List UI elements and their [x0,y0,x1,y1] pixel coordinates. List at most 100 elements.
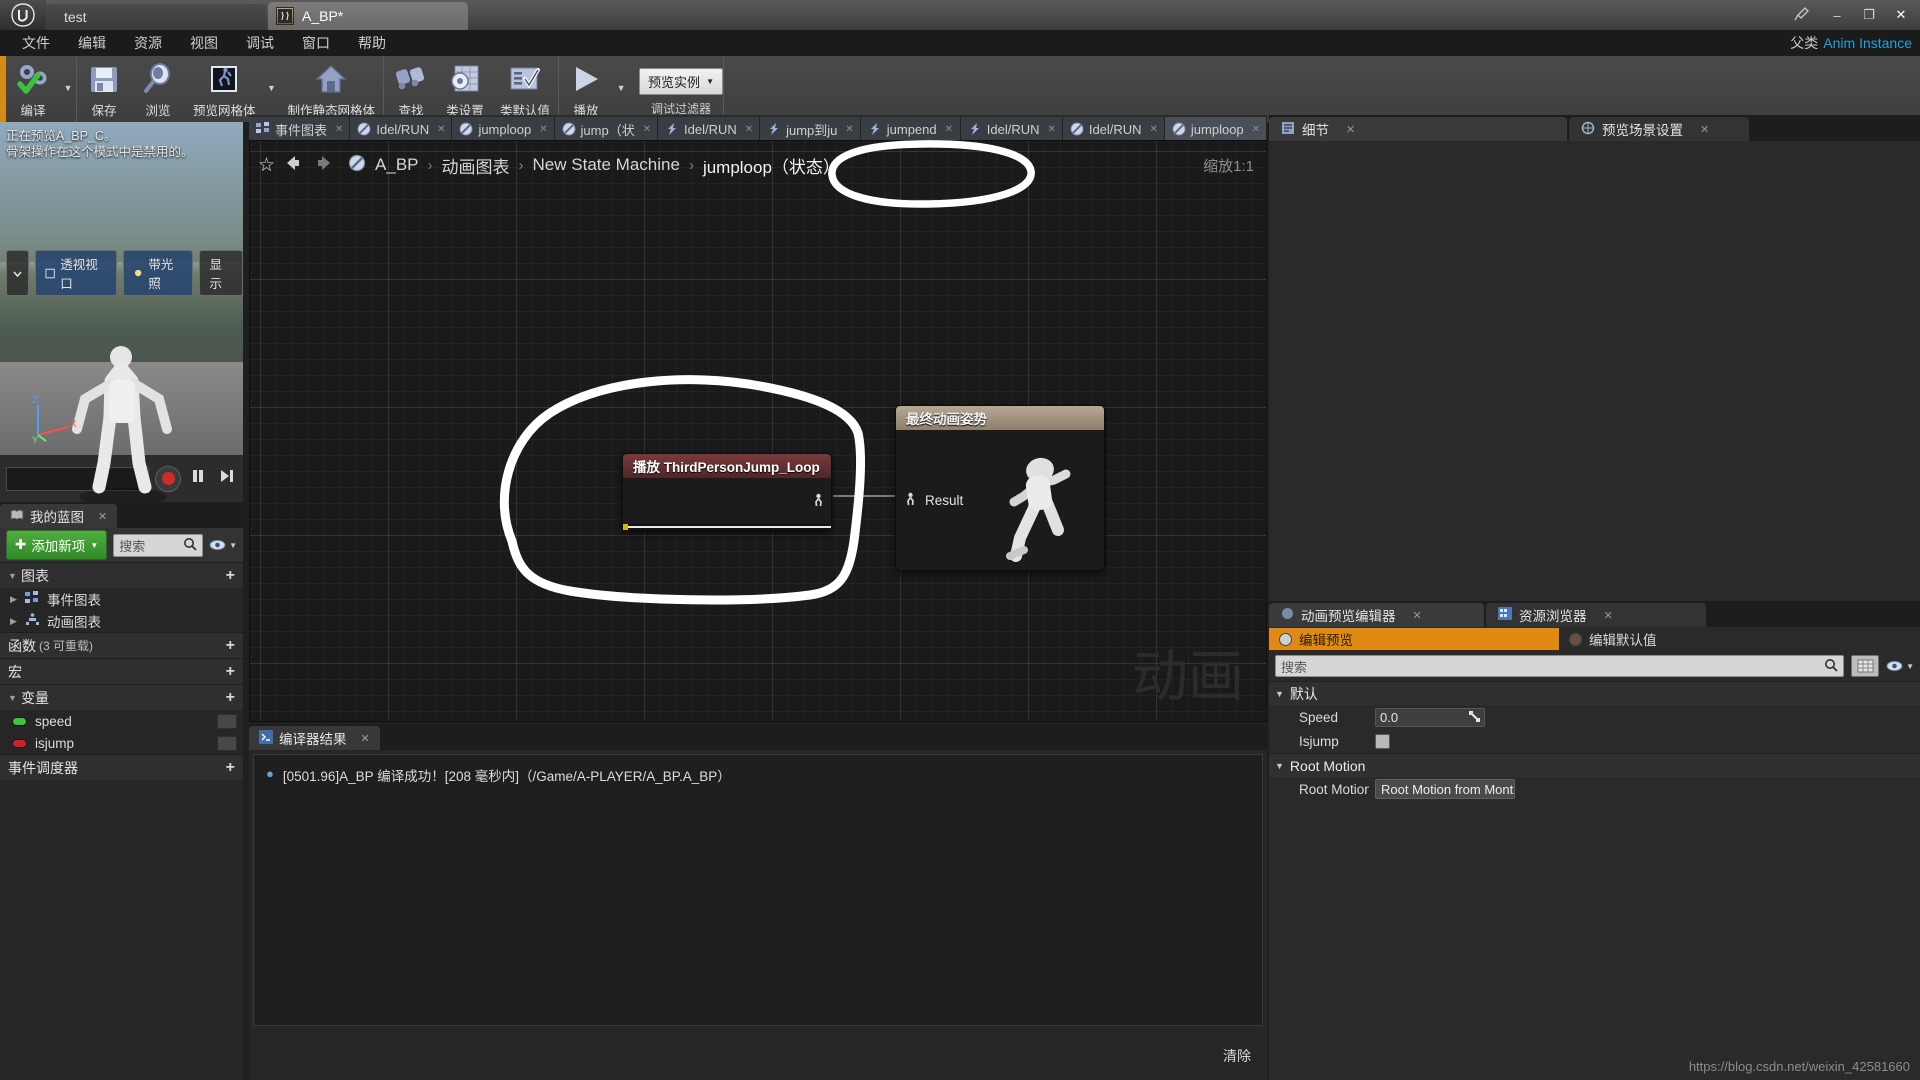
close-icon[interactable]: ✕ [945,124,953,135]
menu-window[interactable]: 窗口 [290,30,342,56]
list-item-event-graph[interactable]: ▶ 事件图表 [0,588,243,610]
menu-file[interactable]: 文件 [10,30,62,56]
close-icon[interactable]: ✕ [1604,609,1613,622]
minimize-button[interactable]: – [1822,4,1852,26]
expand-triangle-icon[interactable]: ▶ [10,616,18,627]
menu-help[interactable]: 帮助 [346,30,398,56]
close-icon[interactable]: ✕ [539,124,547,135]
graph-tab-jumploop-active[interactable]: jumploop ✕ [1164,117,1267,141]
preview-instance-dropdown[interactable]: 预览实例 ▼ [639,68,723,95]
properties-visibility-button[interactable]: ▼ [1886,660,1914,672]
tab-anim-preview-editor[interactable]: 动画预览编辑器 ✕ [1269,603,1484,627]
viewport-show-button[interactable]: 显示 [199,250,243,296]
tab-my-blueprint[interactable]: 我的蓝图 ✕ [0,504,118,528]
menu-edit[interactable]: 编辑 [66,30,118,56]
property-isjump-checkbox[interactable] [1375,733,1390,749]
close-icon[interactable]: ✕ [98,510,107,523]
compiler-result-row[interactable]: ● [0501.96]A_BP 编译成功！[208 毫秒内]（/Game/A-P… [266,765,1250,785]
visibility-filter-button[interactable]: ▼ [209,539,237,551]
close-icon[interactable]: ✕ [437,124,445,135]
close-icon[interactable]: ✕ [335,124,343,135]
property-group-default[interactable]: ▼ 默认 [1269,681,1920,705]
close-icon[interactable]: ✕ [1252,124,1260,135]
pin-icon[interactable] [1794,6,1810,25]
compile-dropdown-caret[interactable]: ▼ [60,56,76,120]
node-final-animation-pose[interactable]: 最终动画姿势 Result [895,405,1105,571]
save-button[interactable]: 保存 [77,56,131,120]
add-event-dispatcher-button[interactable]: + [226,759,235,777]
property-speed-input[interactable]: 0.0 [1375,707,1485,727]
pose-input-pin[interactable] [904,492,917,509]
close-icon[interactable]: ✕ [1700,123,1709,136]
add-macro-button[interactable]: + [226,663,235,681]
tab-asset-browser[interactable]: 资源浏览器 ✕ [1486,603,1706,627]
graph-tab-event-graph[interactable]: 事件图表 ✕ [249,117,351,141]
close-icon[interactable]: ✕ [1346,123,1355,136]
add-new-button[interactable]: ✚ 添加新项 ▼ [6,530,108,560]
find-button[interactable]: 查找 [384,56,438,120]
variable-visibility-toggle[interactable] [217,713,237,729]
close-icon[interactable]: ✕ [643,124,651,135]
pause-button[interactable] [187,465,209,492]
tab-preview-scene-settings[interactable]: 预览场景设置 ✕ [1569,117,1749,141]
edit-preview-button[interactable]: 编辑预览 [1269,628,1559,650]
preview-mesh-dropdown-caret[interactable]: ▼ [264,56,280,120]
favorite-star-icon[interactable]: ☆ [258,154,275,177]
close-button[interactable]: ✕ [1886,4,1916,26]
close-icon[interactable]: ✕ [745,124,753,135]
menu-assets[interactable]: 资源 [122,30,174,56]
property-group-root-motion[interactable]: ▼ Root Motion [1269,753,1920,777]
add-variable-button[interactable]: + [226,689,235,707]
preview-mesh-button[interactable]: 预览网格体 [185,56,264,120]
menu-debug[interactable]: 调试 [234,30,286,56]
edit-defaults-button[interactable]: 编辑默认值 [1559,628,1667,650]
graph-tab-idelrun-2[interactable]: Idel/RUN ✕ [658,117,761,141]
project-tab[interactable]: test [46,4,266,30]
graph-tab-idelrun-4[interactable]: Idel/RUN ✕ [1062,117,1165,141]
breadcrumb-item-state-machine[interactable]: New State Machine [533,155,680,175]
section-variables[interactable]: ▼ 变量 + [0,684,243,710]
breadcrumb-item-anim-graph[interactable]: 动画图表 [442,153,510,178]
compiler-results-list[interactable]: ● [0501.96]A_BP 编译成功！[208 毫秒内]（/Game/A-P… [253,754,1263,1026]
add-function-button[interactable]: + [226,637,235,655]
list-item-anim-graph[interactable]: ▶ 动画图表 [0,610,243,632]
graph-tab-jump-to-ju[interactable]: jump到ju ✕ [760,117,861,141]
node-play-progress-bar[interactable] [623,524,831,530]
viewport-perspective-button[interactable]: 透视视口 [35,250,118,296]
node-play-thirdpersonjump-loop[interactable]: 播放 ThirdPersonJump_Loop [622,453,832,531]
list-item-variable-speed[interactable]: speed [0,710,243,732]
step-forward-button[interactable] [215,465,237,492]
play-dropdown-caret[interactable]: ▼ [613,56,629,120]
viewport-options-button[interactable] [6,250,29,296]
back-arrow-icon[interactable] [284,154,304,177]
play-button[interactable]: 播放 [559,56,613,120]
class-defaults-button[interactable]: 类默认值 [492,56,558,120]
close-icon[interactable]: ✕ [1150,124,1158,135]
viewport-lit-button[interactable]: 带光照 [123,250,194,296]
forward-arrow-icon[interactable] [313,154,333,177]
browse-button[interactable]: 浏览 [131,56,185,120]
my-blueprint-search-input[interactable]: 搜索 [113,533,204,557]
close-icon[interactable]: ✕ [845,124,853,135]
parent-class-value[interactable]: Anim Instance [1823,35,1912,51]
pose-output-pin[interactable] [812,493,825,510]
graph-tab-idelrun-1[interactable]: Idel/RUN ✕ [350,117,453,141]
section-event-dispatchers[interactable]: 事件调度器 + [0,754,243,780]
preview-viewport[interactable]: 正在预览A_BP_C。 骨架操作在这个模式中是禁用的。 透视视口 带光照 显示 [0,122,243,502]
list-item-variable-isjump[interactable]: isjump [0,732,243,754]
section-graphs[interactable]: ▼ 图表 + [0,562,243,588]
anim-preview-search-input[interactable]: 搜索 [1275,655,1845,677]
grid-view-toggle[interactable] [1851,655,1880,677]
breadcrumb-item-abp[interactable]: A_BP [375,155,418,175]
clear-results-button[interactable]: 清除 [1223,1046,1251,1066]
close-icon[interactable]: ✕ [1048,124,1056,135]
add-graph-button[interactable]: + [226,567,235,585]
breadcrumb-item-jumploop[interactable]: jumploop（状态） [703,153,840,178]
maximize-button[interactable]: ❐ [1854,4,1884,26]
compile-button[interactable]: 编译 [6,56,60,120]
close-icon[interactable]: ✕ [1413,609,1422,622]
property-root-motion-dropdown[interactable]: Root Motion from Mont ▼ [1375,779,1515,799]
tab-compiler-results[interactable]: 编译器结果 ✕ [249,726,380,750]
graph-tab-jumploop-1[interactable]: jumploop ✕ [452,117,555,141]
make-static-mesh-button[interactable]: 制作静态网格体 [280,56,384,120]
